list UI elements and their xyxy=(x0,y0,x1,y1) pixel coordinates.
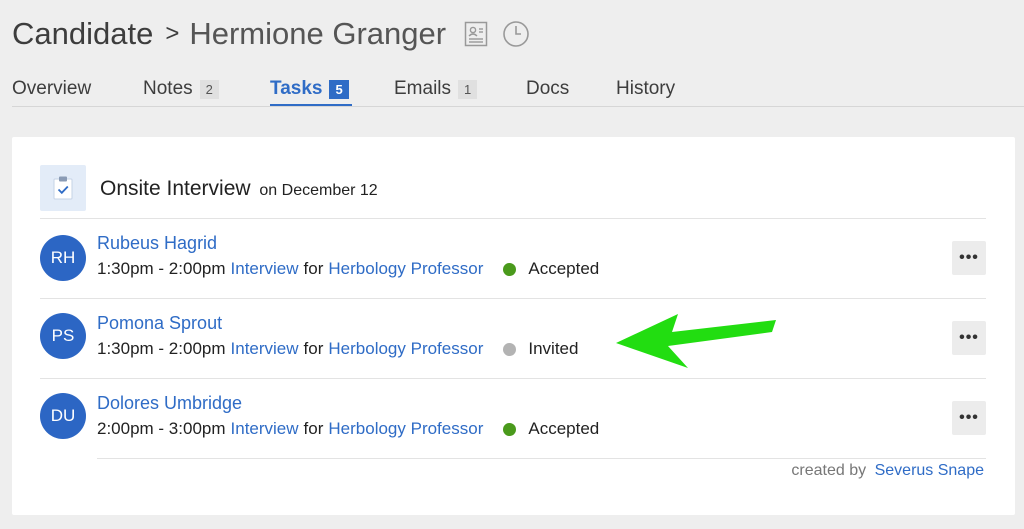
candidate-name: Hermione Granger xyxy=(189,16,447,51)
clock-icon[interactable] xyxy=(502,20,530,48)
breadcrumb-separator: > xyxy=(165,20,180,47)
status-badge: Invited xyxy=(528,339,579,358)
more-options-button[interactable]: ••• xyxy=(952,321,986,355)
more-options-button[interactable]: ••• xyxy=(952,241,986,275)
for-text: for xyxy=(303,259,324,278)
tab-overview[interactable]: Overview xyxy=(12,78,143,106)
task-title: Onsite Interview on December 12 xyxy=(100,177,378,201)
page-title: Candidate > Hermione Granger xyxy=(12,14,530,54)
tab-count-badge: 5 xyxy=(329,80,349,99)
list-divider xyxy=(97,458,986,459)
interview-time: 1:30pm - 2:00pm xyxy=(97,339,226,358)
interview-details: 1:30pm - 2:00pm Interview for Herbology … xyxy=(97,259,599,279)
tab-label: Emails xyxy=(394,78,452,99)
tab-history[interactable]: History xyxy=(616,78,696,106)
tab-notes[interactable]: Notes 2 xyxy=(143,78,270,106)
creator-link[interactable]: Severus Snape xyxy=(875,462,984,479)
interviewer-name[interactable]: Pomona Sprout xyxy=(97,313,222,334)
status-dot xyxy=(503,342,517,356)
status-dot xyxy=(503,422,517,436)
avatar: DU xyxy=(40,393,86,439)
interviewer-name[interactable]: Dolores Umbridge xyxy=(97,393,242,414)
list-item: PS Pomona Sprout 1:30pm - 2:00pm Intervi… xyxy=(40,298,986,378)
tab-tasks[interactable]: Tasks 5 xyxy=(270,78,352,106)
more-options-button[interactable]: ••• xyxy=(952,401,986,435)
annotation-arrow-icon xyxy=(616,314,776,368)
interview-type-link[interactable]: Interview xyxy=(231,339,299,359)
interview-type-link[interactable]: Interview xyxy=(231,259,299,279)
interview-type-link[interactable]: Interview xyxy=(231,419,299,439)
tab-label: Notes xyxy=(143,78,193,99)
list-item: DU Dolores Umbridge 2:00pm - 3:00pm Inte… xyxy=(40,378,986,458)
interview-details: 2:00pm - 3:00pm Interview for Herbology … xyxy=(97,419,599,439)
task-date: on December 12 xyxy=(259,182,378,199)
interview-time: 2:00pm - 3:00pm xyxy=(97,419,226,438)
task-card: Onsite Interview on December 12 RH Rubeu… xyxy=(12,137,1015,515)
created-by: created by Severus Snape xyxy=(791,462,984,480)
task-name: Onsite Interview xyxy=(100,177,251,200)
tab-label: Overview xyxy=(12,78,92,99)
interviewer-name[interactable]: Rubeus Hagrid xyxy=(97,233,217,254)
role-link[interactable]: Herbology Professor xyxy=(328,339,483,359)
role-link[interactable]: Herbology Professor xyxy=(328,259,483,279)
avatar: PS xyxy=(40,313,86,359)
tab-count-badge: 1 xyxy=(458,80,478,99)
status-badge: Accepted xyxy=(528,419,600,438)
for-text: for xyxy=(303,339,324,358)
avatar: RH xyxy=(40,235,86,281)
tab-divider xyxy=(12,106,1024,107)
interview-details: 1:30pm - 2:00pm Interview for Herbology … xyxy=(97,339,578,359)
clipboard-check-icon xyxy=(40,165,86,211)
list-item: RH Rubeus Hagrid 1:30pm - 2:00pm Intervi… xyxy=(40,218,986,298)
tab-docs[interactable]: Docs xyxy=(526,78,616,106)
page-header: Candidate > Hermione Granger Overview No… xyxy=(0,0,1024,107)
breadcrumb-section[interactable]: Candidate xyxy=(12,16,153,52)
tab-label: History xyxy=(616,78,676,99)
role-link[interactable]: Herbology Professor xyxy=(328,419,483,439)
tab-count-badge: 2 xyxy=(199,80,219,99)
profile-card-icon[interactable] xyxy=(464,21,488,47)
interview-time: 1:30pm - 2:00pm xyxy=(97,259,226,278)
tab-emails[interactable]: Emails 1 xyxy=(394,78,526,106)
tab-label: Docs xyxy=(526,78,570,99)
tab-bar: Overview Notes 2 Tasks 5 Emails 1 Docs H… xyxy=(12,78,696,106)
status-dot xyxy=(503,262,517,276)
for-text: for xyxy=(303,419,324,438)
status-badge: Accepted xyxy=(528,259,600,278)
tab-label: Tasks xyxy=(270,78,323,99)
created-by-label: created by xyxy=(791,462,867,479)
